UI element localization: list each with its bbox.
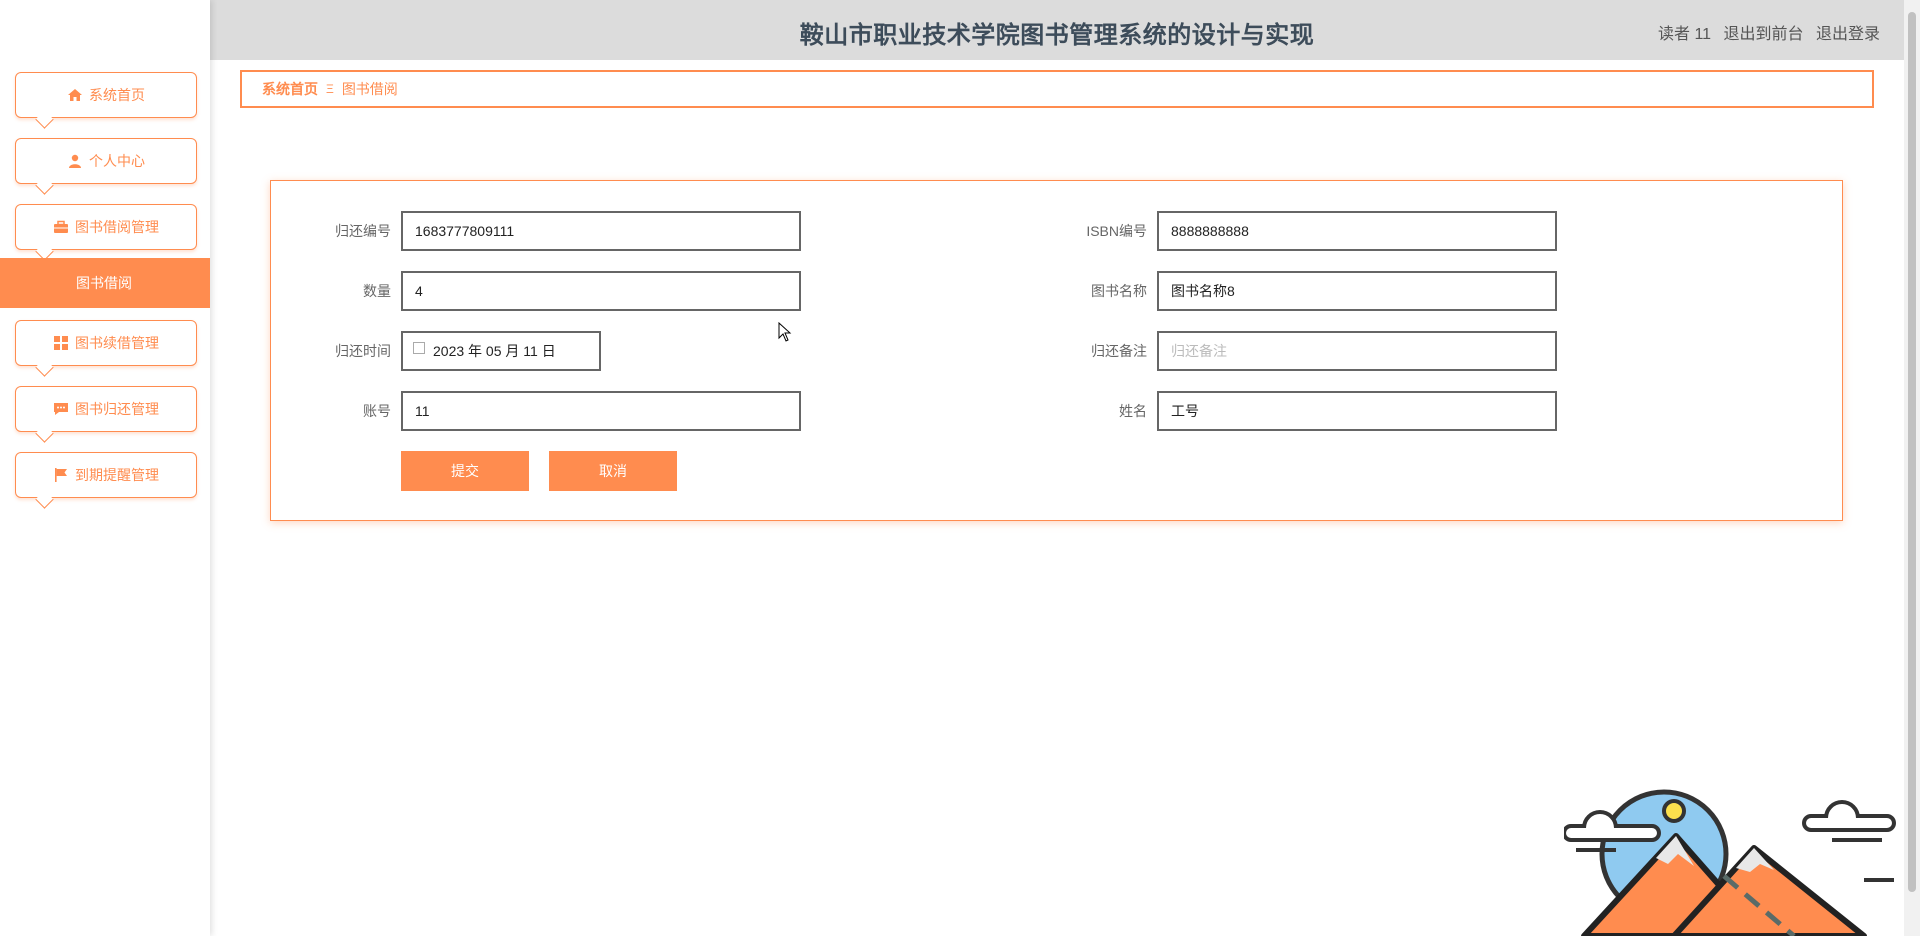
account-label: 账号 <box>363 403 391 419</box>
sidebar-item-due-reminder[interactable]: 到期提醒管理 <box>15 452 197 498</box>
return-time-datepicker[interactable]: 2023 年 05 月 11 日 <box>401 331 601 371</box>
sidebar-item-label: 到期提醒管理 <box>75 467 159 483</box>
calendar-icon <box>413 342 425 354</box>
quantity-input[interactable] <box>401 271 801 311</box>
grid-icon <box>54 336 68 350</box>
isbn-label: ISBN编号 <box>1086 223 1147 239</box>
chat-icon <box>54 403 68 415</box>
vertical-scrollbar[interactable] <box>1904 0 1920 936</box>
return-note-input[interactable] <box>1157 331 1557 371</box>
return-no-label: 归还编号 <box>335 223 391 239</box>
sidebar: 系统首页 个人中心 图书借阅管理 图书借阅 图书续借管理 图书归还管理 到期提醒… <box>0 0 210 936</box>
return-no-input[interactable] <box>401 211 801 251</box>
return-time-label: 归还时间 <box>335 343 391 359</box>
quantity-label: 数量 <box>363 283 391 299</box>
book-name-label: 图书名称 <box>1091 283 1147 299</box>
home-icon <box>68 89 82 101</box>
mountain-illustration <box>1564 789 1896 936</box>
cancel-button[interactable]: 取消 <box>549 451 677 491</box>
sidebar-item-label: 系统首页 <box>89 87 145 103</box>
sidebar-item-home[interactable]: 系统首页 <box>15 72 197 118</box>
return-note-label: 归还备注 <box>1091 343 1147 359</box>
breadcrumb-current: 图书借阅 <box>341 81 398 97</box>
sidebar-item-personal-center[interactable]: 个人中心 <box>15 138 197 184</box>
user-area: 读者 11 退出到前台 退出登录 <box>1650 20 1880 44</box>
current-user: 读者 11 <box>1658 26 1712 43</box>
header: 鞍山市职业技术学院图书管理系统的设计与实现 读者 11 退出到前台 退出登录 <box>210 0 1904 60</box>
back-to-front-link[interactable]: 退出到前台 <box>1724 26 1804 43</box>
sidebar-item-borrow-management[interactable]: 图书借阅管理 <box>15 204 197 250</box>
mouse-cursor-icon <box>778 322 792 342</box>
name-label: 姓名 <box>1119 403 1147 419</box>
book-name-input[interactable] <box>1157 271 1557 311</box>
sidebar-item-renew-management[interactable]: 图书续借管理 <box>15 320 197 366</box>
sidebar-item-label: 图书借阅管理 <box>75 219 159 235</box>
breadcrumb: 系统首页 Ξ 图书借阅 <box>240 70 1874 108</box>
sidebar-item-label: 图书续借管理 <box>75 335 159 351</box>
name-input[interactable] <box>1157 391 1557 431</box>
account-input[interactable] <box>401 391 801 431</box>
submit-button[interactable]: 提交 <box>401 451 529 491</box>
sidebar-item-label: 图书归还管理 <box>75 401 159 417</box>
breadcrumb-home[interactable]: 系统首页 <box>262 79 318 99</box>
sidebar-item-return-management[interactable]: 图书归还管理 <box>15 386 197 432</box>
breadcrumb-separator: Ξ <box>326 82 334 96</box>
return-time-value: 2023 年 05 月 11 日 <box>433 343 556 359</box>
flag-icon <box>55 468 67 482</box>
sidebar-item-label: 个人中心 <box>89 153 145 169</box>
isbn-input[interactable] <box>1157 211 1557 251</box>
logout-link[interactable]: 退出登录 <box>1816 26 1880 43</box>
user-icon <box>69 154 81 168</box>
submenu-item-label: 图书借阅 <box>76 275 132 291</box>
scrollbar-thumb[interactable] <box>1908 12 1916 892</box>
briefcase-icon <box>54 220 68 233</box>
submenu-item-book-borrow[interactable]: 图书借阅 <box>0 258 210 308</box>
form-card: 归还编号 ISBN编号 数量 图书名称 归还时间 2023 年 05 月 11 … <box>270 180 1843 521</box>
